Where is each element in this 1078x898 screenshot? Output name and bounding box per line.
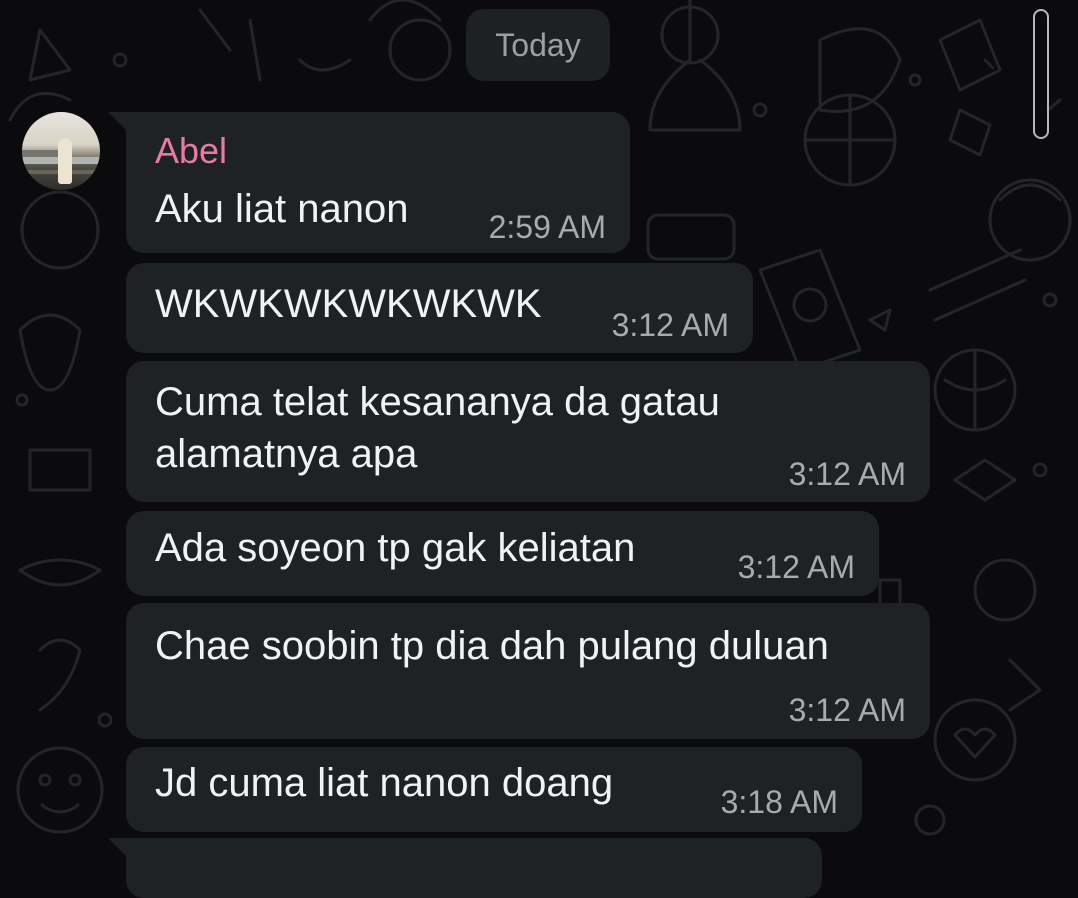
message-bubble[interactable]: Ada soyeon tp gak keliatan 3:12 AM [126,511,879,596]
date-divider: Today [466,9,610,81]
message-timestamp: 3:12 AM [788,692,906,728]
message-bubble[interactable]: WKWKWKWKWKWK 3:12 AM [126,263,753,353]
message-bubble[interactable]: Jd cuma liat nanon doang 3:18 AM [126,747,862,832]
message-timestamp: 3:18 AM [720,784,838,820]
sender-avatar[interactable] [22,112,100,190]
message-timestamp: 3:12 AM [737,549,855,585]
message-text: Chae soobin tp dia dah pulang duluan [155,624,829,668]
message-timestamp: 2:59 AM [488,209,606,245]
message-timestamp: 3:12 AM [611,307,729,343]
message-bubble[interactable]: Chae soobin tp dia dah pulang duluan 3:1… [126,603,930,739]
avatar-photo-person [58,138,72,184]
message-text: Ada soyeon tp gak keliatan [155,526,636,570]
date-divider-label: Today [495,26,581,63]
message-bubble[interactable]: Cuma telat kesananya da gatau alamatnya … [126,361,930,502]
message-bubble-next[interactable] [108,838,822,898]
message-bubble[interactable]: Abel Aku liat nanon 2:59 AM [108,112,630,253]
message-text: WKWKWKWKWKWK [155,282,542,326]
message-text: Aku liat nanon [155,187,409,231]
scrollbar-thumb[interactable] [1033,9,1049,139]
message-timestamp: 3:12 AM [788,456,906,492]
message-text: Cuma telat kesananya da gatau [155,380,720,424]
message-text: Jd cuma liat nanon doang [155,761,614,805]
sender-name[interactable]: Abel [155,130,227,172]
message-text: alamatnya apa [155,432,418,476]
